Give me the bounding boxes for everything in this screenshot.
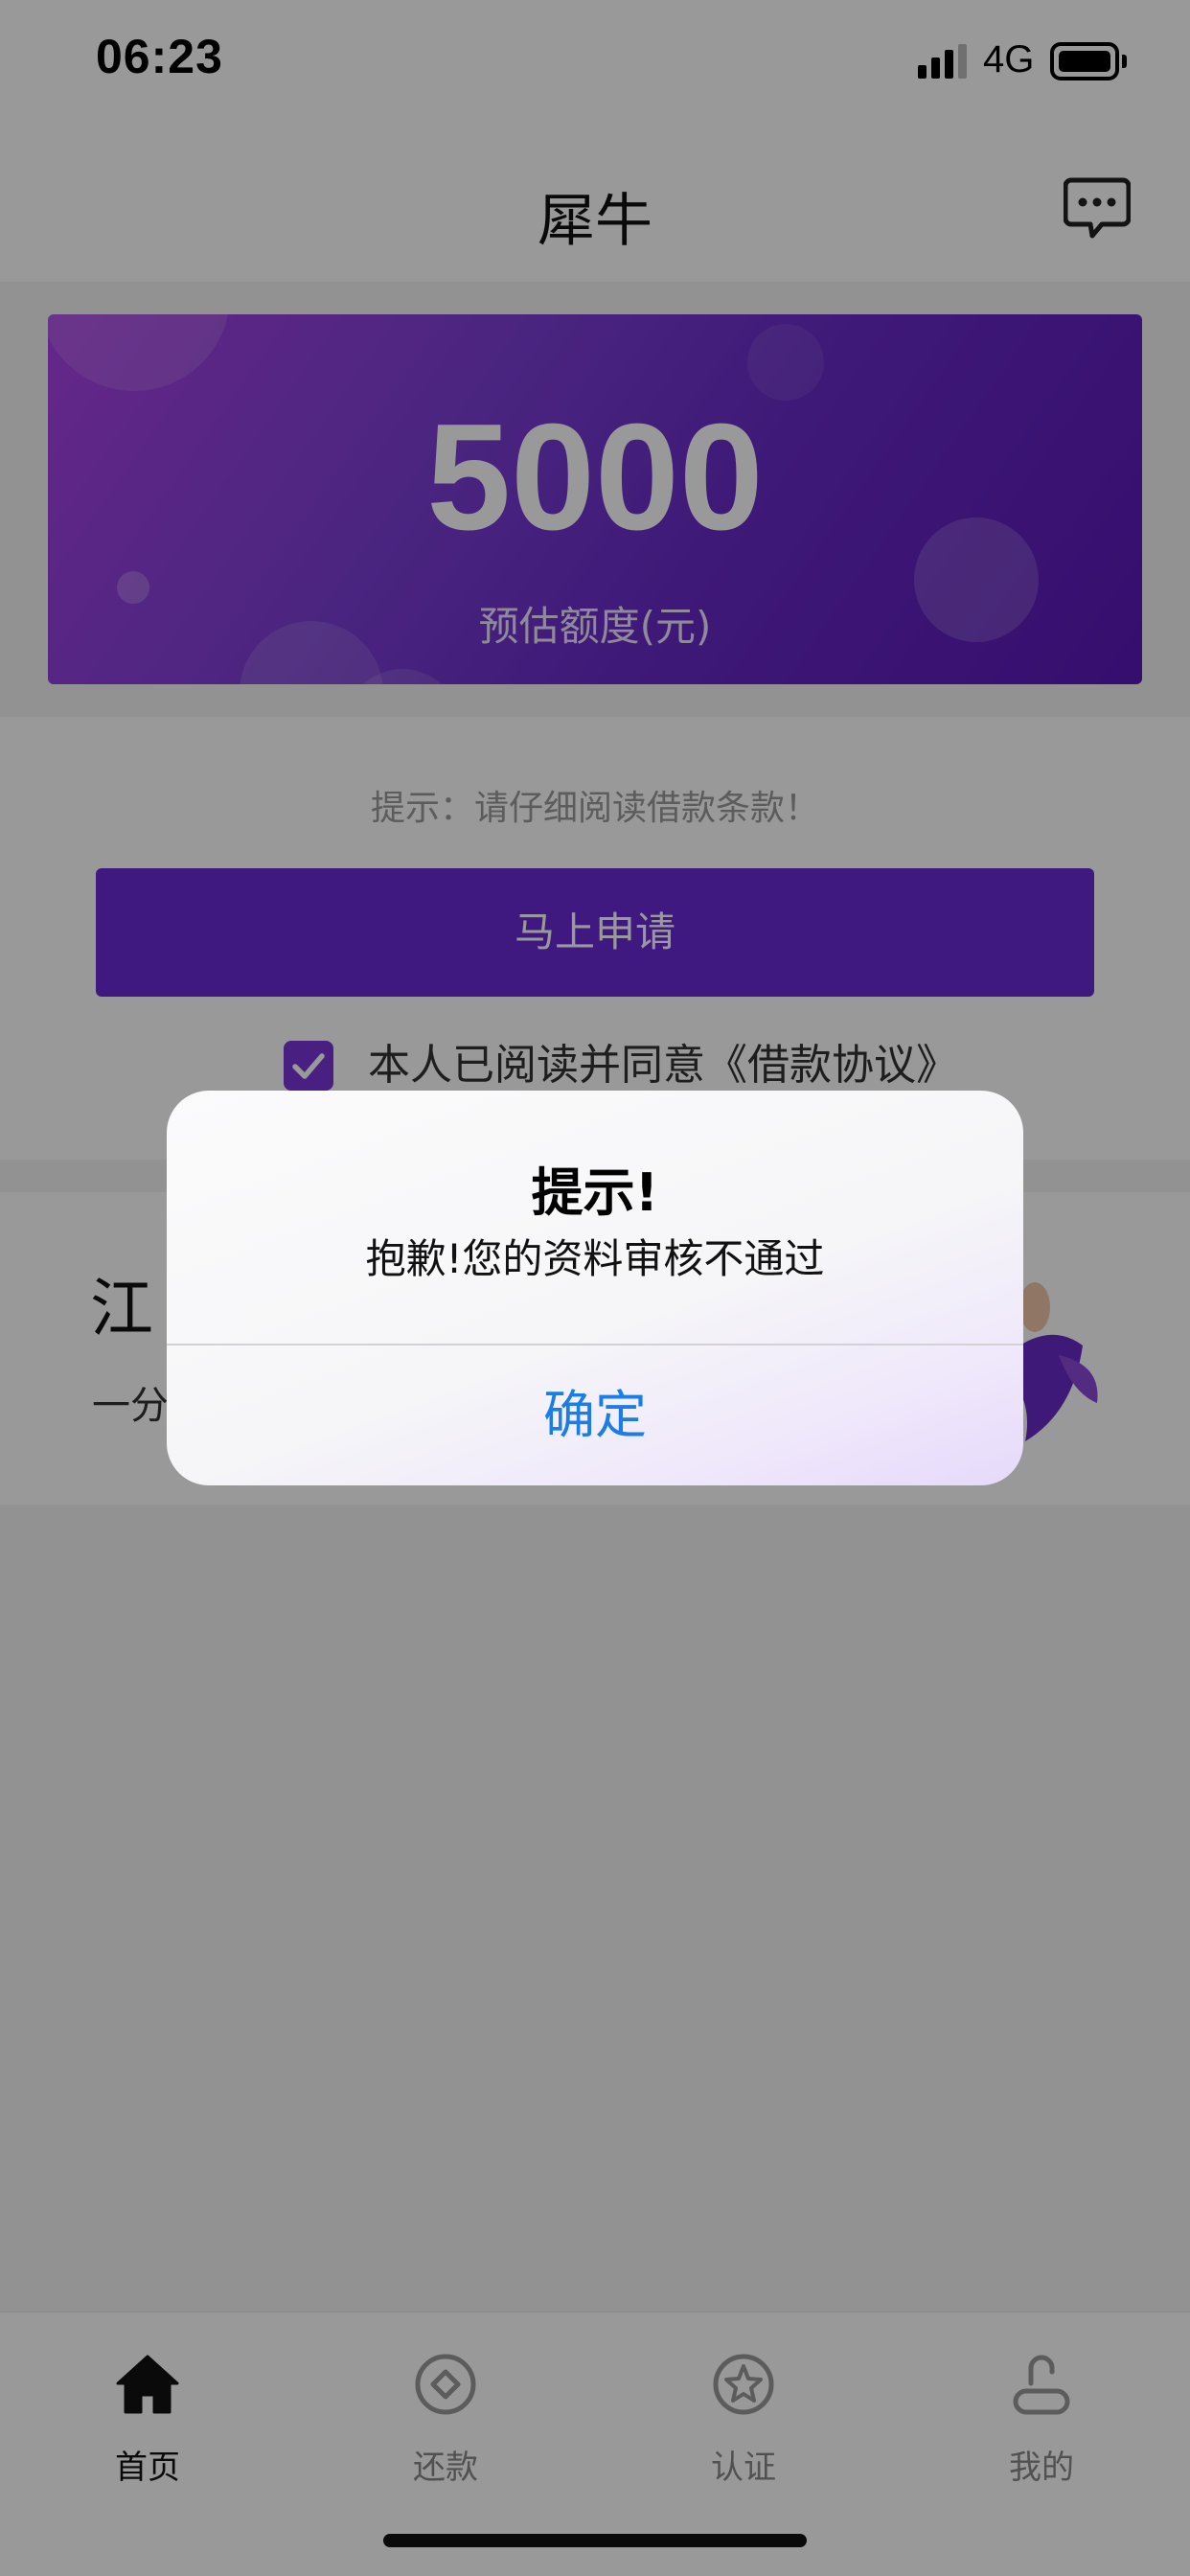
confirm-button[interactable]: 确定	[167, 1346, 1023, 1485]
alert-title: 提示!	[531, 1162, 659, 1223]
alert-message: 抱歉!您的资料审核不通过	[365, 1235, 825, 1282]
app-screen: 06:23 4G 犀牛 5000 预估额度(元) 提示：请仔细阅读借款条款！ 马…	[0, 0, 1190, 2576]
alert-dialog: 提示! 抱歉!您的资料审核不通过 确定	[167, 1091, 1023, 1485]
